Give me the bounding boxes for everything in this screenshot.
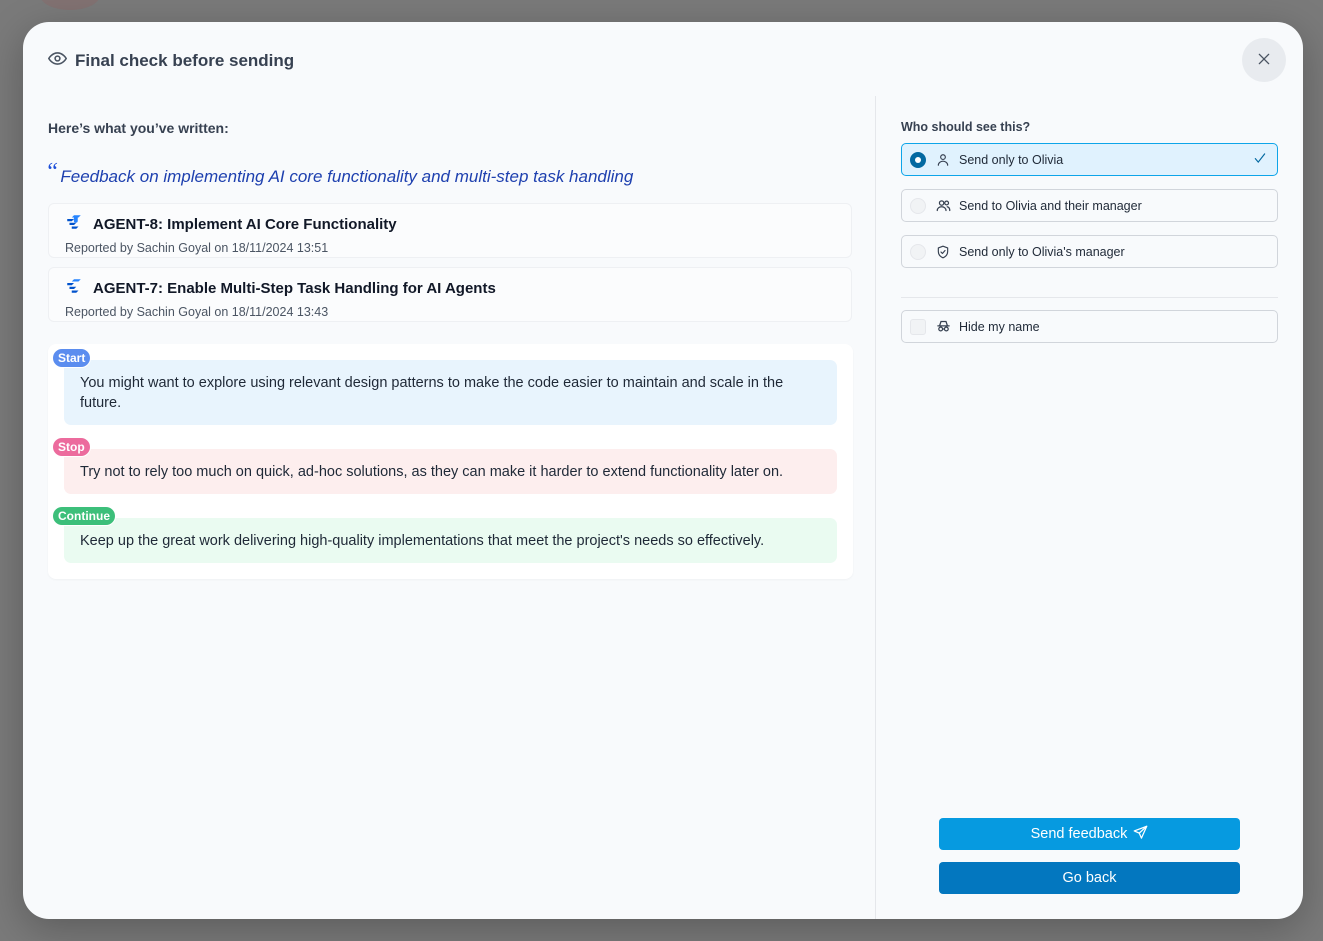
option-label: Hide my name bbox=[959, 319, 1040, 334]
stop-badge: Stop bbox=[52, 437, 91, 457]
ticket-title: AGENT-7: Enable Multi-Step Task Handling… bbox=[93, 280, 496, 297]
option-send-to-olivia-and-manager[interactable]: Send to Olivia and their manager bbox=[901, 189, 1278, 222]
continue-feedback-text: Keep up the great work delivering high-q… bbox=[64, 518, 837, 563]
continue-badge: Continue bbox=[52, 506, 116, 526]
radio-button[interactable] bbox=[910, 243, 926, 260]
send-feedback-label: Send feedback bbox=[1030, 826, 1128, 842]
panel-divider bbox=[875, 96, 876, 919]
options-divider bbox=[901, 297, 1278, 298]
user-icon bbox=[935, 152, 951, 168]
ticket-title: AGENT-8: Implement AI Core Functionality bbox=[93, 216, 397, 233]
final-check-modal: Final check before sending Here’s what y… bbox=[23, 22, 1303, 919]
audience-panel: Who should see this? Send only to Olivia… bbox=[901, 120, 1278, 343]
send-icon bbox=[1133, 825, 1148, 844]
close-icon bbox=[1256, 51, 1272, 70]
continue-feedback: Continue Keep up the great work deliveri… bbox=[52, 506, 837, 563]
option-label: Send only to Olivia bbox=[959, 152, 1064, 167]
option-send-only-to-olivia[interactable]: Send only to Olivia bbox=[901, 143, 1278, 176]
radio-button[interactable] bbox=[910, 151, 926, 168]
quote-icon: “ bbox=[45, 159, 59, 185]
modal-title: Final check before sending bbox=[75, 51, 295, 70]
feedback-title: Feedback on implementing AI core functio… bbox=[60, 167, 634, 186]
written-label: Here’s what you’ve written: bbox=[48, 120, 229, 136]
option-send-only-to-manager[interactable]: Send only to Olivia's manager bbox=[901, 235, 1278, 268]
feedback-card: Start You might want to explore using re… bbox=[48, 344, 853, 579]
option-label: Send only to Olivia's manager bbox=[959, 244, 1125, 259]
jira-icon bbox=[65, 277, 83, 300]
check-icon bbox=[1253, 151, 1267, 168]
users-icon bbox=[935, 198, 951, 214]
modal-header: Final check before sending bbox=[48, 49, 294, 73]
send-feedback-button[interactable]: Send feedback bbox=[939, 818, 1240, 850]
eye-icon bbox=[48, 49, 67, 73]
shield-icon bbox=[935, 244, 951, 260]
start-badge: Start bbox=[52, 348, 92, 368]
hide-name-checkbox[interactable] bbox=[910, 318, 926, 335]
incognito-icon bbox=[935, 319, 951, 335]
jira-icon bbox=[65, 213, 83, 236]
ticket-meta: Reported by Sachin Goyal on 18/11/2024 1… bbox=[65, 305, 329, 319]
hide-my-name-toggle[interactable]: Hide my name bbox=[901, 310, 1278, 343]
ticket-card[interactable]: AGENT-7: Enable Multi-Step Task Handling… bbox=[48, 267, 852, 322]
radio-button[interactable] bbox=[910, 197, 926, 214]
review-panel: Here’s what you’ve written: “ Feedback o… bbox=[45, 120, 853, 579]
close-button[interactable] bbox=[1242, 38, 1286, 82]
ticket-meta: Reported by Sachin Goyal on 18/11/2024 1… bbox=[65, 241, 329, 255]
action-buttons: Send feedback Go back bbox=[939, 818, 1240, 894]
stop-feedback: Stop Try not to rely too much on quick, … bbox=[52, 437, 837, 494]
go-back-label: Go back bbox=[1062, 870, 1117, 886]
option-label: Send to Olivia and their manager bbox=[959, 198, 1142, 213]
stop-feedback-text: Try not to rely too much on quick, ad-ho… bbox=[64, 449, 837, 494]
backdrop bbox=[40, 0, 100, 10]
start-feedback-text: You might want to explore using relevant… bbox=[64, 360, 837, 425]
go-back-button[interactable]: Go back bbox=[939, 862, 1240, 894]
ticket-card[interactable]: AGENT-8: Implement AI Core Functionality… bbox=[48, 203, 852, 258]
feedback-title-row: “ Feedback on implementing AI core funct… bbox=[45, 159, 852, 187]
start-feedback: Start You might want to explore using re… bbox=[52, 348, 837, 425]
audience-label: Who should see this? bbox=[901, 120, 1031, 134]
